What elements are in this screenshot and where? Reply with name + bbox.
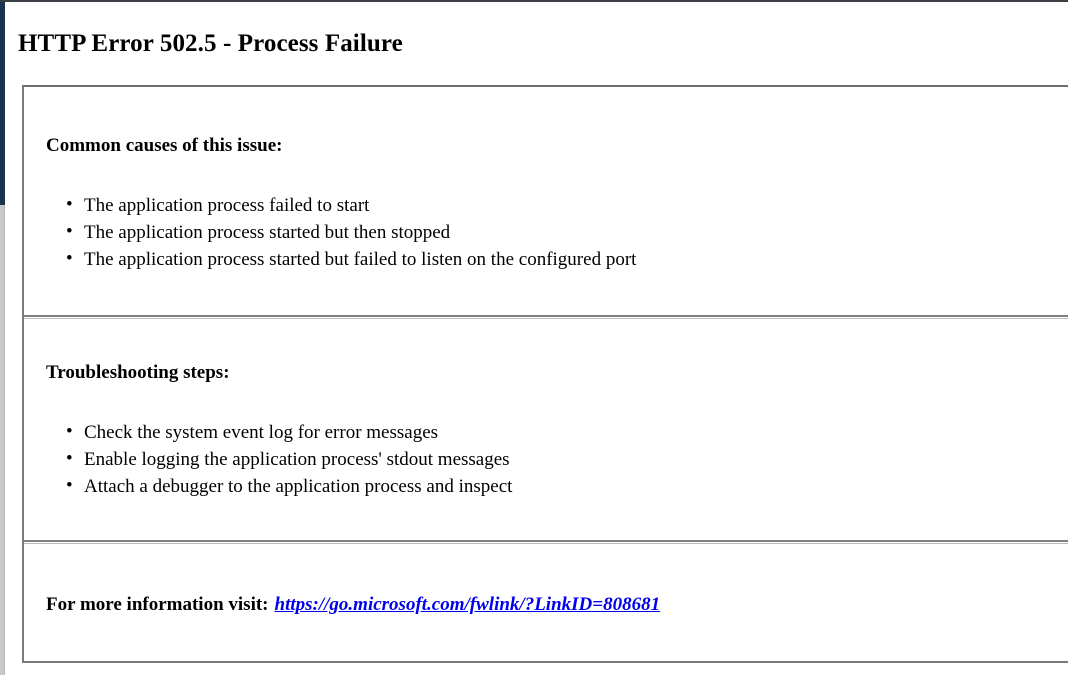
troubleshooting-list: Check the system event log for error mes… <box>46 418 512 500</box>
common-causes-heading: Common causes of this issue: <box>46 135 283 156</box>
left-scrollbar-rail[interactable] <box>0 205 5 675</box>
error-details-box: Common causes of this issue: The applica… <box>22 85 1068 663</box>
more-information-line: For more information visit: https://go.mi… <box>46 594 660 616</box>
more-information-label: For more information visit: <box>46 594 269 615</box>
section-divider <box>24 315 1068 319</box>
left-accent-rail <box>0 2 5 205</box>
page-title: HTTP Error 502.5 - Process Failure <box>18 30 403 57</box>
list-item: The application process failed to start <box>46 191 636 219</box>
section-divider <box>24 540 1068 544</box>
error-page: HTTP Error 502.5 - Process Failure Commo… <box>6 2 1068 675</box>
list-item: Attach a debugger to the application pro… <box>46 472 512 500</box>
troubleshooting-heading: Troubleshooting steps: <box>46 362 230 383</box>
more-information-link[interactable]: https://go.microsoft.com/fwlink/?LinkID=… <box>275 594 661 615</box>
list-item: The application process started but fail… <box>46 245 636 273</box>
list-item: The application process started but then… <box>46 218 636 246</box>
list-item: Check the system event log for error mes… <box>46 418 512 446</box>
common-causes-list: The application process failed to start … <box>46 191 636 273</box>
list-item: Enable logging the application process' … <box>46 445 512 473</box>
